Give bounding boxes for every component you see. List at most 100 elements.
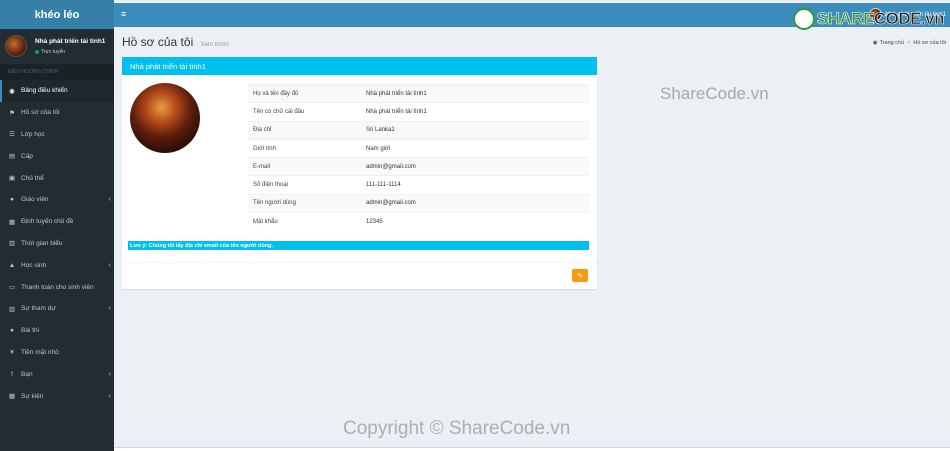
- row-value: Nam giới: [361, 138, 589, 158]
- page-title: Hồ sơ của tôi Xem trước: [122, 35, 229, 49]
- chevron-left-icon: ‹: [108, 392, 111, 400]
- sidebar-item-14[interactable]: f Bạn ‹: [0, 363, 114, 385]
- sidebar-item-label: Sự tham dự: [21, 305, 56, 313]
- row-label: Tên có chữ cái đầu: [248, 102, 361, 122]
- breadcrumb-separator: >: [907, 40, 911, 46]
- sidebar-item-label: Thanh toán cho sinh viên: [21, 283, 94, 291]
- table-row: Địa chỉ Sri Lanka1: [248, 120, 589, 140]
- sidebar-item-label: Lớp học: [21, 130, 45, 138]
- sidebar-item-label: Chủ thể: [21, 174, 44, 182]
- chevron-left-icon: ‹: [108, 261, 111, 269]
- sidebar-item-2[interactable]: ⚑ Hồ sơ của tôi: [0, 102, 114, 124]
- sidebar-item-label: Thời gian biểu: [21, 239, 63, 247]
- sidebar-item-label: Sự kiện: [21, 392, 44, 400]
- sidebar-item-11[interactable]: ▥ Sự tham dự ‹: [0, 298, 114, 320]
- sidebar-item-10[interactable]: ▭ Thanh toán cho sinh viên: [0, 276, 114, 298]
- breadcrumb-home[interactable]: Trang chủ: [880, 40, 905, 46]
- sidebar-item-label: Định tuyến chủ đề: [21, 218, 74, 226]
- row-label: E-mail: [248, 157, 361, 176]
- sidebar-item-label: Bài thi: [21, 327, 40, 335]
- calendar-check-icon: ▥: [8, 305, 16, 313]
- row-value: Nhà phát triển tài tình1: [361, 102, 589, 122]
- app-logo[interactable]: khéo léo: [0, 0, 114, 29]
- sidebar-item-label: Cấp: [21, 152, 33, 160]
- calendar-alt-icon: ▦: [8, 393, 16, 401]
- table-row: E-mail admin@gmail.com: [248, 157, 589, 176]
- profile-box: Nhà phát triển tài tình1 Họ và tên đầy đ…: [122, 57, 597, 289]
- table-row: Số điện thoại 111-111-1114: [248, 175, 589, 195]
- sidebar-item-label: Bạn: [21, 370, 33, 378]
- sidebar-item-label: Bảng điều khiển: [21, 87, 68, 95]
- user-status: Trực tuyến: [35, 49, 105, 55]
- row-label: Tên người dùng: [248, 193, 361, 213]
- sidebar-item-8[interactable]: ▥ Thời gian biểu: [0, 233, 114, 255]
- watermark-bottom: Copyright © ShareCode.vn: [343, 418, 571, 439]
- sharecode-logo: SHARECODE.vn: [792, 8, 945, 30]
- menu-toggle-icon[interactable]: ≡: [121, 9, 126, 19]
- online-dot-icon: [35, 49, 39, 54]
- sidebar-item-3[interactable]: ☰ Lớp học: [0, 124, 114, 146]
- sidebar-item-5[interactable]: ▣ Chủ thể: [0, 167, 114, 189]
- sidebar: khéo léo Nhà phát triển tài tình1 Trực t…: [0, 0, 114, 451]
- sidebar-item-label: Hồ sơ của tôi: [21, 109, 60, 117]
- book-open-icon: ▣: [8, 175, 16, 183]
- row-value: 111-111-1114: [361, 175, 589, 195]
- sidebar-item-6[interactable]: ● Giáo viên ‹: [0, 189, 114, 211]
- list-icon: ☰: [9, 131, 15, 139]
- sidebar-item-label: Tiền mặt nhỏ: [21, 348, 59, 356]
- chevron-left-icon: ‹: [108, 305, 111, 313]
- sharecode-logo-icon: [792, 8, 815, 30]
- row-value: Sri Lanka1: [361, 120, 589, 140]
- flag-icon: ⚑: [9, 109, 15, 117]
- calendar-icon: ▥: [8, 240, 16, 248]
- row-label: Mật khẩu: [248, 212, 361, 231]
- edit-icon: ✎: [577, 272, 583, 280]
- book-icon: ▤: [8, 153, 16, 161]
- sidebar-item-4[interactable]: ▤ Cấp: [0, 145, 114, 167]
- row-label: Giới tính: [248, 138, 361, 158]
- sidebar-item-13[interactable]: ¥ Tiền mặt nhỏ: [0, 342, 114, 364]
- sidebar-item-12[interactable]: ● Bài thi: [0, 320, 114, 342]
- profile-table: Họ và tên đầy đủ Nhà phát triển tài tình1…: [248, 83, 589, 231]
- row-label: Số điện thoại: [248, 175, 361, 195]
- breadcrumb-current: Hồ sơ của tôi: [913, 40, 946, 46]
- nav-header: ĐIỀU HƯỚNG CHÍNH: [0, 64, 114, 80]
- sidebar-item-label: Học sinh: [21, 261, 47, 269]
- avatar: [5, 35, 27, 57]
- watermark-middle: ShareCode.vn: [660, 84, 769, 103]
- box-footer: ✎: [122, 262, 597, 289]
- sidebar-item-9[interactable]: ▲ Học sinh ‹: [0, 254, 114, 276]
- facebook-icon: f: [11, 370, 13, 378]
- chevron-left-icon: ‹: [108, 196, 111, 204]
- row-label: Họ và tên đầy đủ: [248, 83, 361, 103]
- user-icon: ●: [10, 196, 14, 204]
- credit-card-icon: ▭: [8, 284, 16, 292]
- graduation-cap-icon: ▲: [8, 261, 16, 269]
- row-value: 12345: [361, 212, 589, 231]
- dashboard-icon: ◉: [872, 40, 878, 46]
- user-panel: Nhà phát triển tài tình1 Trực tuyến: [0, 29, 114, 63]
- table-row: Tên có chữ cái đầu Nhà phát triển tài tìn…: [248, 102, 589, 122]
- row-value: Nhà phát triển tài tình1: [361, 83, 589, 103]
- sidebar-item-7[interactable]: ▦ Định tuyến chủ đề: [0, 211, 114, 233]
- table-row: Họ và tên đầy đủ Nhà phát triển tài tình1: [248, 83, 589, 103]
- box-title: Nhà phát triển tài tình1: [122, 57, 597, 75]
- user-name: Nhà phát triển tài tình1: [35, 37, 106, 45]
- row-value: admin@gmail.com: [361, 193, 589, 213]
- breadcrumb: ◉ Trang chủ > Hồ sơ của tôi: [873, 40, 946, 46]
- grid-icon: ▦: [8, 218, 16, 226]
- yen-icon: ¥: [10, 348, 14, 356]
- page-subtitle: Xem trước: [200, 42, 230, 48]
- table-row: Tên người dùng admin@gmail.com: [248, 193, 589, 213]
- sharecode-logo-text: SHARECODE.vn: [816, 9, 944, 29]
- sidebar-nav: ◉ Bảng điều khiển ⚑ Hồ sơ của tôi ☰ Lớp học ▤ C…: [0, 80, 114, 407]
- sidebar-item-label: Giáo viên: [21, 196, 49, 204]
- table-row: Mật khẩu 12345: [248, 212, 589, 231]
- sidebar-item-1[interactable]: ◉ Bảng điều khiển: [0, 80, 114, 102]
- sidebar-item-15[interactable]: ▦ Sự kiện ‹: [0, 385, 114, 407]
- row-label: Địa chỉ: [248, 120, 361, 140]
- row-value: admin@gmail.com: [361, 157, 589, 176]
- page-title-text: Hồ sơ của tôi: [122, 35, 194, 49]
- edit-button[interactable]: ✎: [572, 269, 588, 282]
- chevron-left-icon: ‹: [108, 370, 111, 378]
